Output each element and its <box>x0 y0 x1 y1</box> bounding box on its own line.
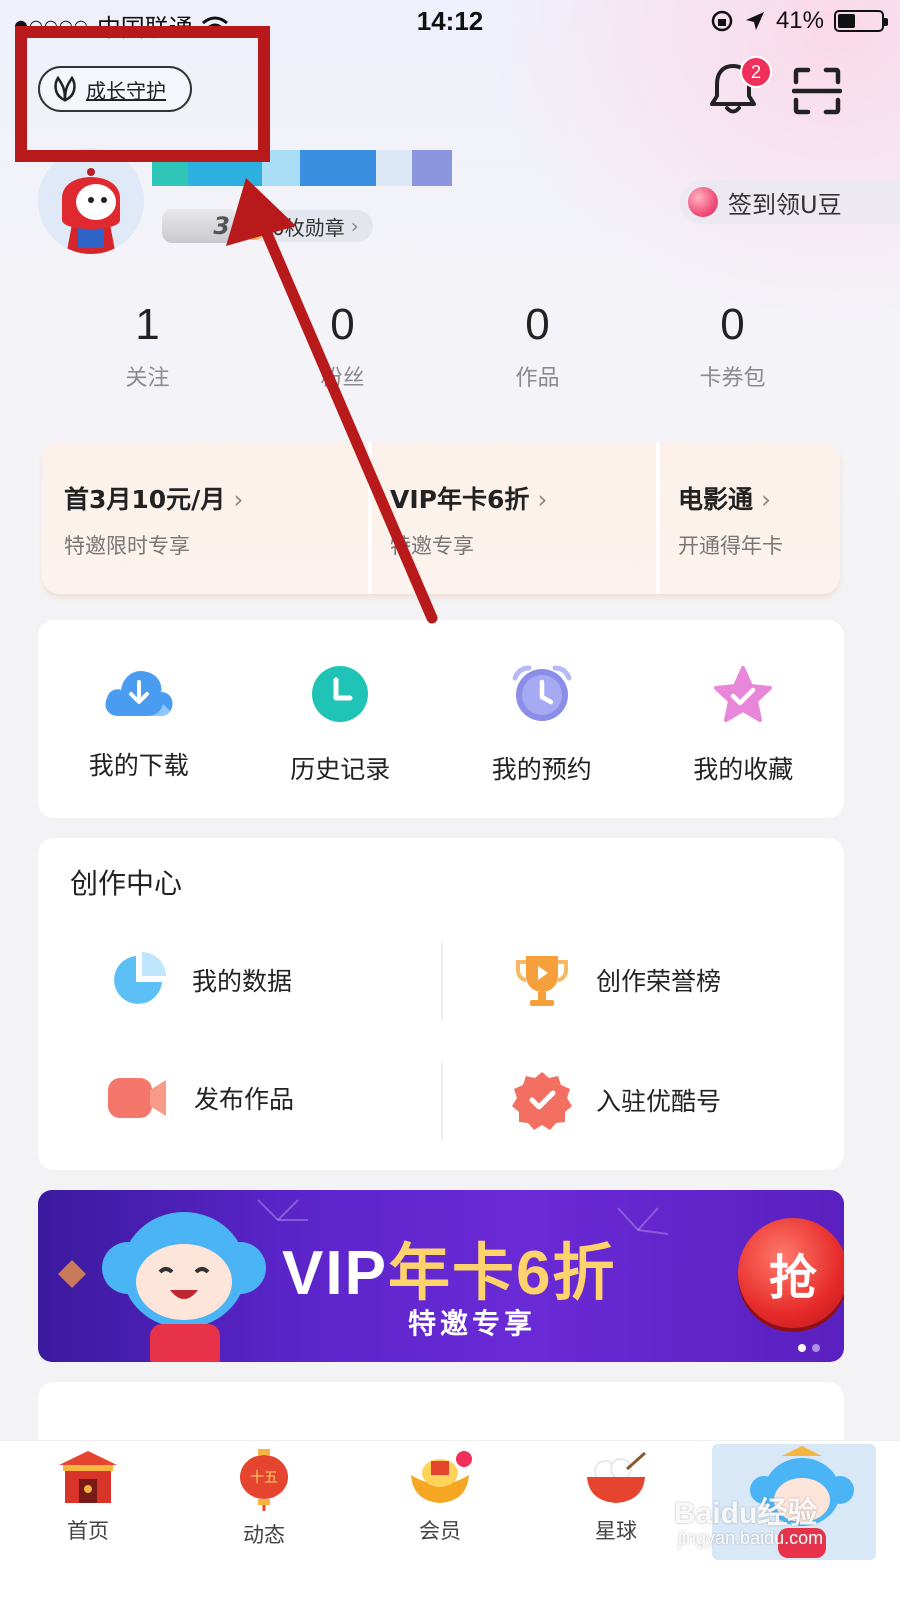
promo-title: 首3月10元/月 <box>64 485 226 514</box>
avatar[interactable] <box>38 148 144 254</box>
medal-icon <box>240 210 268 240</box>
creation-item-label: 我的数据 <box>192 967 293 996</box>
annotation-highlight-box <box>15 26 270 162</box>
banner-headline: VIP年卡6折 <box>282 1222 616 1312</box>
bowl-icon <box>587 1451 646 1503</box>
divider <box>441 942 443 1022</box>
download-cloud-icon <box>105 670 173 716</box>
stat-value: 0 <box>330 300 355 349</box>
stat-works[interactable]: 0 作品 <box>440 300 635 392</box>
promo-movie-pass[interactable]: 电影通 › 开通得年卡 <box>656 442 840 594</box>
grab-button[interactable]: 抢 <box>738 1218 844 1328</box>
quick-action-label: 历史记录 <box>290 755 391 784</box>
quick-action-label: 我的下载 <box>88 751 189 780</box>
stat-label: 粉丝 <box>320 366 365 391</box>
promo-subtitle: 特邀限时专享 <box>64 534 190 558</box>
creation-honor-board[interactable]: 创作荣誉榜 <box>512 950 721 1010</box>
membership-red-dot <box>454 1449 474 1469</box>
quick-actions-card: 我的下载 历史记录 我的预约 我的收藏 <box>38 620 844 818</box>
promo-title: VIP年卡6折 <box>390 485 530 514</box>
tab-home[interactable]: 首页 <box>0 1441 176 1600</box>
banner-headline-offer: 年卡6折 <box>387 1239 617 1308</box>
stat-coupons[interactable]: 0 卡券包 <box>635 300 830 392</box>
tab-label: 会员 <box>419 1519 461 1543</box>
monkey-mascot-icon <box>102 1212 266 1362</box>
battery-icon <box>834 10 888 32</box>
creation-center-card: 创作中心 我的数据 创作荣誉榜 发布作品 入驻优酷号 <box>38 838 844 1170</box>
creation-item-label: 创作荣誉榜 <box>596 967 722 996</box>
chevron-right-icon: › <box>350 214 359 238</box>
rotation-lock-icon <box>711 10 733 32</box>
quick-my-downloads[interactable]: 我的下载 <box>38 620 240 818</box>
alarm-clock-icon <box>512 665 572 721</box>
clock-icon <box>312 666 369 722</box>
medal-count-text: 0枚勋章 <box>272 215 345 240</box>
pie-chart-icon <box>114 952 166 1004</box>
vip-promo-strip: 首3月10元/月 › 特邀限时专享 VIP年卡6折 › 特邀专享 电影通 › 开通得年… <box>42 442 840 594</box>
spider-doll-avatar-icon <box>62 168 120 254</box>
tab-feed[interactable]: 十五 动态 <box>176 1441 352 1600</box>
promo-subtitle: 开通得年卡 <box>678 534 783 558</box>
quick-action-label: 我的预约 <box>491 755 592 784</box>
background-glow <box>480 0 900 320</box>
quick-history[interactable]: 历史记录 <box>240 620 442 818</box>
checkin-label: 签到领U豆 <box>728 190 842 219</box>
creation-item-label: 入驻优酷号 <box>596 1087 722 1116</box>
stat-label: 关注 <box>125 366 170 391</box>
lantern-icon: 十五 <box>240 1449 288 1511</box>
quick-favorites[interactable]: 我的收藏 <box>643 620 845 818</box>
vip-banner[interactable]: VIP年卡6折 特邀专享 抢 <box>38 1190 844 1362</box>
section-title: 创作中心 <box>70 867 183 900</box>
creation-publish[interactable]: 发布作品 <box>106 1070 294 1126</box>
level-number: 3 <box>213 212 230 240</box>
promo-first-months[interactable]: 首3月10元/月 › 特邀限时专享 <box>42 442 368 594</box>
location-arrow-icon <box>745 12 764 30</box>
star-icon <box>714 666 773 722</box>
stats-row: 1 关注 0 粉丝 0 作品 0 卡券包 <box>50 300 830 392</box>
watermark-url: jingyan.baidu.com <box>678 1528 824 1548</box>
creation-item-label: 发布作品 <box>194 1085 295 1114</box>
chevron-right-icon: › <box>761 485 772 514</box>
medal-pill[interactable]: 0枚勋章 › <box>240 210 373 242</box>
tab-membership[interactable]: 会员 <box>352 1441 528 1600</box>
stat-following[interactable]: 1 关注 <box>50 300 245 392</box>
svg-text:十五: 十五 <box>250 1470 278 1486</box>
tab-label: 首页 <box>67 1519 109 1543</box>
stat-fans[interactable]: 0 粉丝 <box>245 300 440 392</box>
creation-my-data[interactable]: 我的数据 <box>108 950 292 1010</box>
promo-subtitle: 特邀专享 <box>390 534 474 558</box>
creation-join-youku[interactable]: 入驻优酷号 <box>512 1070 721 1130</box>
chevron-right-icon: › <box>233 485 244 514</box>
quick-reservations[interactable]: 我的预约 <box>441 620 643 818</box>
notification-badge: 2 <box>740 56 772 88</box>
promo-vip-annual[interactable]: VIP年卡6折 › 特邀专享 <box>368 442 656 594</box>
stat-value: 1 <box>135 300 160 349</box>
banner-subline: 特邀专享 <box>408 1307 537 1340</box>
banner-headline-vip: VIP <box>282 1239 388 1308</box>
battery-percent: 41% <box>775 7 824 34</box>
tab-label: 动态 <box>243 1523 285 1547</box>
temple-gate-icon <box>59 1451 117 1503</box>
stat-label: 作品 <box>515 366 560 391</box>
level-row: 3 0枚勋章 › <box>162 208 373 244</box>
promo-title: 电影通 <box>678 485 754 514</box>
divider <box>441 1062 443 1142</box>
chevron-right-icon: › <box>537 485 548 514</box>
u-bean-icon <box>688 187 718 217</box>
stat-value: 0 <box>525 300 550 349</box>
quick-action-label: 我的收藏 <box>693 755 794 784</box>
tab-label: 星球 <box>595 1519 637 1543</box>
trophy-icon <box>516 956 568 1006</box>
scan-icon[interactable] <box>792 66 842 116</box>
level-badge[interactable]: 3 <box>162 209 238 243</box>
watermark-text: Baidu经验 <box>674 1497 818 1530</box>
checkin-button[interactable]: 签到领U豆 <box>680 180 900 224</box>
banner-pagination <box>798 1344 820 1352</box>
video-camera-icon <box>108 1078 166 1118</box>
stat-label: 卡券包 <box>699 366 766 391</box>
verified-badge-icon <box>512 1072 572 1130</box>
stat-value: 0 <box>720 300 745 349</box>
